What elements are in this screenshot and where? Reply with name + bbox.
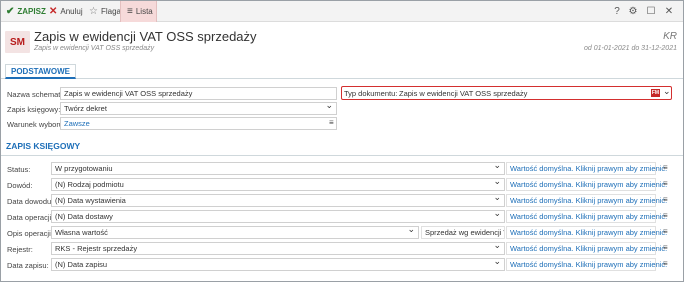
rejestr-select[interactable]: RKS - Rejestr sprzedaży <box>51 242 505 255</box>
save-button[interactable]: ✔ ZAPISZ <box>6 1 46 22</box>
maximize-icon[interactable]: ☐ <box>642 1 660 22</box>
typ-value: Zapis w ewidencji VAT OSS sprzedaży <box>399 89 528 98</box>
menu-icon[interactable]: ≡ <box>663 195 668 204</box>
tab-bar: PODSTAWOWE <box>1 63 683 79</box>
status-select[interactable]: W przygotowaniu <box>51 162 505 175</box>
default-hint[interactable]: Wartość domyślna. Kliknij prawym aby zmi… <box>506 242 667 255</box>
opis-operacji-select[interactable]: Własna wartość <box>51 226 419 239</box>
menu-icon[interactable]: ≡ <box>329 118 334 127</box>
cancel-button[interactable]: ✕ Anuluj <box>49 1 83 22</box>
check-icon: ✔ <box>6 5 15 17</box>
page-subtitle: Zapis w ewidencji VAT OSS sprzedaży <box>34 45 155 52</box>
default-hint[interactable]: Wartość domyślna. Kliknij prawym aby zmi… <box>506 258 667 271</box>
save-label: ZAPISZ <box>17 7 46 16</box>
module-badge-icon: FM <box>651 89 660 97</box>
data-dowodu-select[interactable]: (N) Data wystawienia <box>51 194 505 207</box>
warunek-label: Warunek wyboru: <box>7 120 66 129</box>
page-title: Zapis w ewidencji VAT OSS sprzedaży <box>34 29 257 44</box>
typ-label: Typ dokumentu: <box>344 89 398 98</box>
zapis-select[interactable]: Twórz dekret <box>60 102 337 115</box>
default-hint[interactable]: Wartość domyślna. Kliknij prawym aby zmi… <box>506 178 667 191</box>
status-label: Status: <box>7 165 31 174</box>
gear-icon[interactable]: ⚙ <box>624 1 642 22</box>
close-window-icon[interactable]: ✕ <box>660 1 678 22</box>
default-hint[interactable]: Wartość domyślna. Kliknij prawym aby zmi… <box>506 210 667 223</box>
menu-icon[interactable]: ≡ <box>663 259 668 268</box>
nazwa-input[interactable]: Zapis w ewidencji VAT OSS sprzedaży <box>60 87 337 100</box>
validity-dates: od 01-01-2021 do 31-12-2021 <box>583 45 677 52</box>
star-icon: ☆ <box>89 5 98 17</box>
opis-operacji-text[interactable]: Sprzedaż wg ewidencji VAT <box>421 226 505 239</box>
opis-operacji-label: Opis operacji: <box>7 229 53 238</box>
menu-icon[interactable]: ≡ <box>663 211 668 220</box>
section-divider <box>1 155 683 156</box>
data-operacji-label: Data operacji: <box>7 213 54 222</box>
section-title: ZAPIS KSIĘGOWY <box>6 141 81 151</box>
flag-button[interactable]: ☆ Flaga <box>89 1 121 22</box>
menu-icon[interactable]: ≡ <box>663 163 668 172</box>
rejestr-label: Rejestr: <box>7 245 33 254</box>
default-hint[interactable]: Wartość domyślna. Kliknij prawym aby zmi… <box>506 226 667 239</box>
menu-icon[interactable]: ≡ <box>663 243 668 252</box>
avatar: SM <box>5 31 30 53</box>
data-operacji-select[interactable]: (N) Data dostawy <box>51 210 505 223</box>
dowod-label: Dowód: <box>7 181 33 190</box>
flag-label: Flaga <box>100 7 121 16</box>
close-icon: ✕ <box>49 5 58 17</box>
data-zapisu-label: Data zapisu: <box>7 261 49 270</box>
default-hint[interactable]: Wartość domyślna. Kliknij prawym aby zmi… <box>506 194 667 207</box>
data-zapisu-select[interactable]: (N) Data zapisu <box>51 258 505 271</box>
typ-dokumentu-field[interactable]: Typ dokumentu: Zapis w ewidencji VAT OSS… <box>341 86 672 100</box>
nazwa-label: Nazwa schematu: <box>7 90 67 99</box>
zapis-label: Zapis księgowy: <box>7 105 61 114</box>
chevron-down-icon[interactable]: ⌄ <box>663 86 671 97</box>
toolbar: ✔ ZAPISZ ✕ Anuluj ☆ Flaga ≡ Lista ? ⚙ ☐ … <box>1 1 683 22</box>
menu-icon[interactable]: ≡ <box>663 227 668 236</box>
list-icon: ≡ <box>127 5 133 17</box>
warunek-field[interactable]: Zawsze <box>60 117 337 130</box>
data-dowodu-label: Data dowodu: <box>7 197 54 206</box>
cancel-label: Anuluj <box>60 7 83 16</box>
list-button[interactable]: ≡ Lista <box>120 1 157 22</box>
default-hint[interactable]: Wartość domyślna. Kliknij prawym aby zmi… <box>506 162 667 175</box>
dowod-select[interactable]: (N) Rodzaj podmiotu <box>51 178 505 191</box>
list-label: Lista <box>135 7 153 16</box>
tab-podstawowe[interactable]: PODSTAWOWE <box>5 64 76 79</box>
menu-icon[interactable]: ≡ <box>663 179 668 188</box>
document-code: KR <box>663 31 677 42</box>
